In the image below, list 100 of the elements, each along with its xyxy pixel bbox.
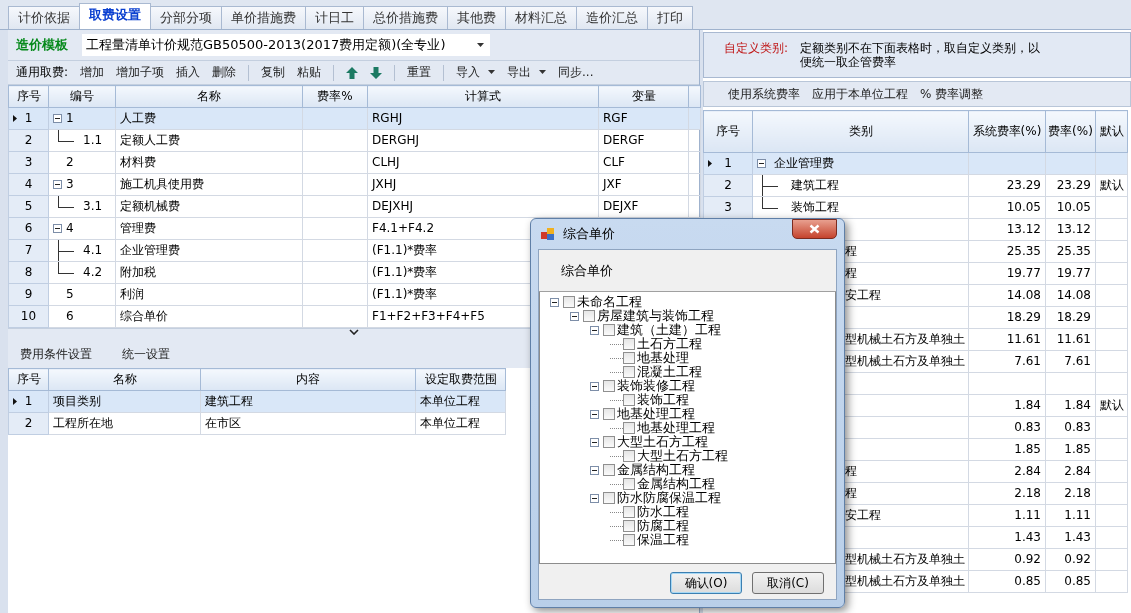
tree-item-label[interactable]: 防水防腐保温工程 — [617, 490, 721, 506]
dialog-button[interactable]: 取消(C) — [752, 572, 824, 594]
toolbar-button[interactable]: 复制 — [261, 65, 286, 80]
tab[interactable]: 总价措施费 — [363, 6, 448, 29]
checkbox[interactable] — [603, 380, 615, 392]
table-row[interactable]: 5 3.1 定额机械费 DEJXHJ DEJXF — [8, 195, 701, 218]
column-header[interactable]: 默认 — [1095, 110, 1128, 153]
toolbar-button[interactable]: 重置 — [407, 65, 432, 80]
collapse-icon[interactable] — [590, 437, 599, 447]
tab[interactable]: 打印 — [647, 6, 693, 29]
dropdown-button[interactable]: 导入 — [456, 65, 496, 80]
tab[interactable]: 材料汇总 — [505, 6, 577, 29]
tree-item-label[interactable]: 金属结构工程 — [637, 476, 715, 492]
column-header[interactable]: 序号 — [8, 368, 49, 391]
column-header[interactable]: 编号 — [48, 85, 116, 108]
table-row[interactable]: 1 1 人工费 RGHJ RGF — [8, 107, 701, 130]
tree-item-label[interactable]: 防水工程 — [637, 504, 689, 520]
checkbox[interactable] — [623, 450, 635, 462]
tab[interactable]: 其他费 — [447, 6, 506, 29]
toolbar-button[interactable]: 同步... — [558, 65, 594, 80]
toolbar-button[interactable]: % 费率调整 — [920, 86, 984, 102]
collapse-icon[interactable] — [570, 311, 579, 321]
column-header[interactable]: 名称 — [115, 85, 303, 108]
checkbox[interactable] — [623, 352, 635, 364]
column-header[interactable]: 设定取费范围 — [415, 368, 506, 391]
collapse-icon[interactable] — [53, 114, 62, 123]
column-header[interactable]: 计算式 — [367, 85, 599, 108]
table-row[interactable]: 2 1.1 定额人工费 DERGHJ DERGF — [8, 129, 701, 152]
column-header[interactable]: 类别 — [752, 110, 969, 153]
toolbar-button[interactable]: 粘贴 — [297, 65, 322, 80]
checkbox[interactable] — [603, 408, 615, 420]
tree-item-label[interactable]: 大型土石方工程 — [637, 448, 728, 464]
caret-icon[interactable] — [539, 70, 547, 75]
collapse-icon[interactable] — [550, 297, 559, 307]
column-header[interactable]: 变量 — [598, 85, 689, 108]
checkbox[interactable] — [603, 324, 615, 336]
caret-icon[interactable] — [488, 70, 496, 75]
checkbox[interactable] — [623, 338, 635, 350]
tree-item-label[interactable]: 金属结构工程 — [617, 462, 695, 478]
column-header[interactable]: 名称 — [48, 368, 201, 391]
collapse-icon[interactable] — [590, 493, 599, 503]
table-row[interactable]: 4 3 施工机具使用费 JXHJ JXF — [8, 173, 701, 196]
checkbox[interactable] — [623, 422, 635, 434]
template-dropdown[interactable]: 工程量清单计价规范GB50500-2013(2017费用定额)(全专业) — [82, 34, 490, 56]
column-header[interactable]: 内容 — [200, 368, 416, 391]
dialog-button[interactable]: 确认(O) — [670, 572, 742, 594]
checkbox[interactable] — [623, 394, 635, 406]
table-row[interactable]: 2 工程所在地 在市区 本单位工程 — [8, 412, 506, 435]
collapse-icon[interactable] — [53, 224, 62, 233]
tab[interactable]: 计日工 — [305, 6, 364, 29]
tree-item-label[interactable]: 房屋建筑与装饰工程 — [597, 308, 714, 324]
collapse-icon[interactable] — [590, 409, 599, 419]
tree-item-label[interactable]: 地基处理 — [637, 350, 689, 366]
tab[interactable]: 计价依据 — [8, 6, 80, 29]
column-header[interactable]: 系统费率(%) — [968, 110, 1046, 153]
tab[interactable]: 单价措施费 — [221, 6, 306, 29]
up-arrow-icon[interactable] — [346, 66, 359, 79]
tree-item-label[interactable]: 装饰装修工程 — [617, 378, 695, 394]
toolbar-button[interactable]: 使用系统费率 — [728, 86, 800, 102]
dropdown-button[interactable]: 导出 — [507, 65, 547, 80]
column-header[interactable]: 费率(%) — [1045, 110, 1096, 153]
tab[interactable]: 造价汇总 — [576, 6, 648, 29]
collapse-icon[interactable] — [757, 159, 766, 168]
table-row[interactable]: 1 项目类别 建筑工程 本单位工程 — [8, 390, 506, 413]
tree-item-label[interactable]: 建筑（土建）工程 — [617, 322, 721, 338]
tree-item-label[interactable]: 装饰工程 — [637, 392, 689, 408]
chevron-icon[interactable] — [348, 329, 359, 335]
toolbar-button[interactable]: 应用于本单位工程 — [812, 86, 908, 102]
tree-item-label[interactable]: 地基处理工程 — [637, 420, 715, 436]
table-row[interactable]: 3 2 材料费 CLHJ CLF — [8, 151, 701, 174]
checkbox[interactable] — [623, 534, 635, 546]
toolbar-button[interactable]: 增加 — [80, 65, 105, 80]
caret-icon[interactable] — [477, 43, 484, 47]
checkbox[interactable] — [623, 506, 635, 518]
checkbox[interactable] — [583, 310, 595, 322]
tab[interactable]: 取费设置 — [79, 3, 151, 29]
close-icon[interactable] — [809, 224, 820, 234]
tree-item-label[interactable]: 大型土石方工程 — [617, 434, 708, 450]
collapse-icon[interactable] — [590, 465, 599, 475]
tree-item-label[interactable]: 混凝土工程 — [637, 364, 702, 380]
toolbar-button[interactable]: 删除 — [212, 65, 237, 80]
checkbox[interactable] — [563, 296, 575, 308]
collapse-icon[interactable] — [590, 381, 599, 391]
down-arrow-icon[interactable] — [370, 66, 383, 79]
checkbox[interactable] — [603, 464, 615, 476]
column-header[interactable]: 序号 — [8, 85, 49, 108]
checkbox[interactable] — [603, 436, 615, 448]
toolbar-button[interactable]: 插入 — [176, 65, 201, 80]
tab[interactable]: 分部分项 — [150, 6, 222, 29]
close-button[interactable] — [792, 219, 837, 239]
toolbar-button[interactable]: 费用条件设置 — [20, 346, 92, 362]
checkbox[interactable] — [623, 478, 635, 490]
checkbox[interactable] — [603, 492, 615, 504]
collapse-icon[interactable] — [590, 325, 599, 335]
tree-item-label[interactable]: 保温工程 — [637, 532, 689, 548]
column-header[interactable]: 序号 — [703, 110, 753, 153]
checkbox[interactable] — [623, 366, 635, 378]
column-header[interactable]: 费率% — [302, 85, 368, 108]
tree-item-label[interactable]: 防腐工程 — [637, 518, 689, 534]
tree-item-label[interactable]: 土石方工程 — [637, 336, 702, 352]
